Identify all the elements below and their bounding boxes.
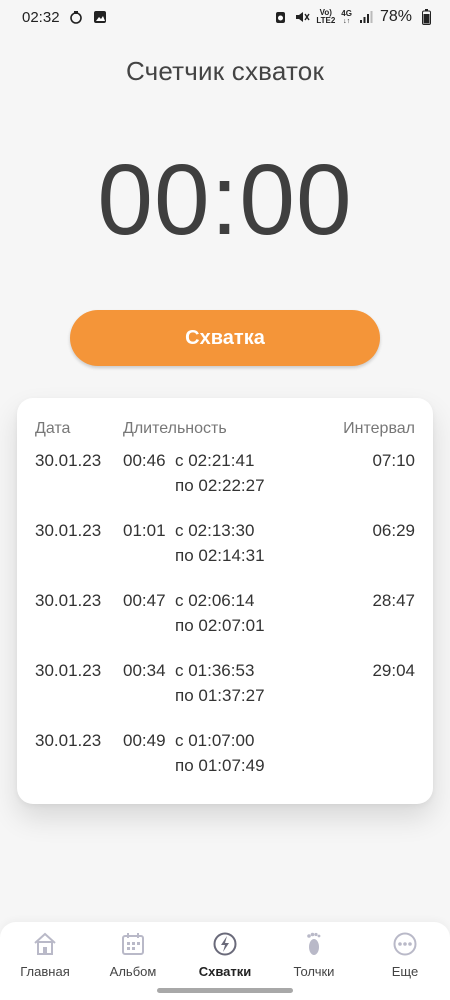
- row-start-time: с 01:36:53: [175, 661, 255, 680]
- timer-display: 00:00: [97, 144, 353, 256]
- nav-label: Толчки: [293, 964, 335, 979]
- nav-item-kicks[interactable]: Толчки: [269, 930, 359, 986]
- row-time-range: с 01:36:53 по 01:37:27: [175, 660, 265, 706]
- table-row: 30.01.23 00:49 с 01:07:00 по 01:07:49: [17, 730, 433, 790]
- row-interval: 28:47: [372, 591, 415, 610]
- row-date: 30.01.23: [35, 591, 102, 610]
- home-icon: [31, 930, 59, 958]
- table-row: 30.01.23 01:01 с 02:13:30 по 02:14:31 06…: [17, 520, 433, 580]
- alarm-icon: [272, 9, 288, 25]
- row-time-range: с 02:21:41 по 02:22:27: [175, 450, 265, 496]
- table-row: 30.01.23 00:47 с 02:06:14 по 02:07:01 28…: [17, 590, 433, 650]
- nav-label: Главная: [20, 964, 70, 979]
- row-duration: 00:47: [123, 591, 166, 610]
- row-start-time: с 01:07:00: [175, 731, 255, 750]
- network-type: 4G ↓↑: [341, 8, 352, 25]
- row-date: 30.01.23: [35, 731, 102, 750]
- contraction-button[interactable]: Схватка: [70, 310, 380, 366]
- home-indicator[interactable]: [157, 988, 293, 993]
- row-duration: 00:46: [123, 451, 166, 470]
- contractions-history-card: Дата Длительность Интервал 30.01.23 00:4…: [17, 398, 433, 804]
- row-time-range: с 02:06:14 по 02:07:01: [175, 590, 265, 636]
- contraction-counter-screen: 02:32 Vo) LTE2 4G ↓↑ 78% Счетчик схваток…: [0, 0, 450, 1000]
- row-date: 30.01.23: [35, 451, 102, 470]
- row-end-time: по 01:07:49: [175, 756, 265, 775]
- row-interval: 07:10: [372, 451, 415, 470]
- row-start-time: с 02:21:41: [175, 451, 255, 470]
- column-header-interval: Интервал: [343, 420, 415, 437]
- row-duration: 00:49: [123, 731, 166, 750]
- nav-item-contractions[interactable]: Схватки: [180, 930, 270, 986]
- calendar-icon: [119, 930, 147, 958]
- row-end-time: по 01:37:27: [175, 686, 265, 705]
- mute-icon: [294, 9, 310, 25]
- row-interval: 06:29: [372, 521, 415, 540]
- nav-label: Еще: [391, 964, 419, 979]
- nav-label: Альбом: [109, 964, 157, 979]
- row-duration: 01:01: [123, 521, 166, 540]
- battery-icon: [418, 9, 434, 25]
- column-header-date: Дата: [35, 420, 71, 437]
- row-date: 30.01.23: [35, 521, 102, 540]
- more-icon: [391, 930, 419, 958]
- signal-icon: [358, 9, 374, 25]
- nav-item-album[interactable]: Альбом: [88, 930, 178, 986]
- row-duration: 00:34: [123, 661, 166, 680]
- row-start-time: с 02:06:14: [175, 591, 255, 610]
- row-start-time: с 02:13:30: [175, 521, 255, 540]
- row-end-time: по 02:14:31: [175, 546, 265, 565]
- row-end-time: по 02:07:01: [175, 616, 265, 635]
- gallery-notification-icon: [92, 9, 108, 25]
- table-row: 30.01.23 00:34 с 01:36:53 по 01:37:27 29…: [17, 660, 433, 720]
- app-notification-icon: [68, 9, 84, 25]
- row-interval: 29:04: [372, 661, 415, 680]
- nav-item-more[interactable]: Еще: [360, 930, 450, 986]
- nav-label: Схватки: [198, 964, 252, 979]
- table-row: 30.01.23 00:46 с 02:21:41 по 02:22:27 07…: [17, 450, 433, 510]
- footprint-icon: [300, 930, 328, 958]
- row-date: 30.01.23: [35, 661, 102, 680]
- nav-item-home[interactable]: Главная: [0, 930, 90, 986]
- row-time-range: с 01:07:00 по 01:07:49: [175, 730, 265, 776]
- volte-indicator: Vo) LTE2: [316, 8, 336, 25]
- status-time: 02:32: [22, 8, 60, 26]
- battery-percent: 78%: [379, 8, 412, 25]
- status-bar: 02:32 Vo) LTE2 4G ↓↑ 78%: [0, 0, 450, 34]
- page-title: Счетчик схваток: [125, 56, 325, 86]
- data-arrows-icon: ↓↑: [343, 17, 351, 25]
- row-time-range: с 02:13:30 по 02:14:31: [175, 520, 265, 566]
- lightning-icon: [211, 930, 239, 958]
- row-end-time: по 02:22:27: [175, 476, 265, 495]
- column-header-duration: Длительность: [123, 420, 227, 437]
